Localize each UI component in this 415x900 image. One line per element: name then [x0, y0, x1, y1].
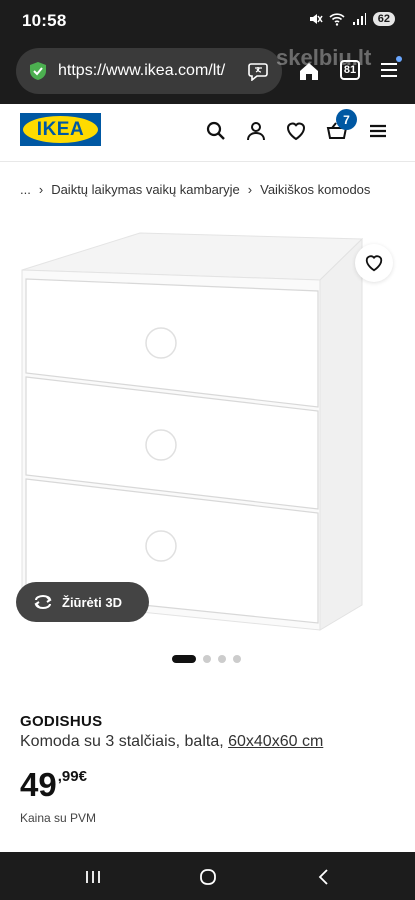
price-vat-note: Kaina su PVM	[20, 811, 97, 825]
watermark: skelbiu.lt	[276, 45, 372, 70]
recent-apps-icon[interactable]	[84, 868, 102, 886]
price-cents: ,99€	[57, 768, 87, 785]
wifi-icon	[329, 13, 345, 26]
view-3d-label: Žiūrėti 3D	[62, 594, 122, 610]
home-button-icon[interactable]	[199, 868, 217, 886]
heart-icon[interactable]	[285, 120, 307, 142]
back-icon[interactable]	[315, 868, 333, 886]
breadcrumb-item-kids-chests[interactable]: Vaikiškos komodos	[260, 182, 370, 197]
search-icon[interactable]	[205, 120, 227, 142]
signal-icon	[352, 13, 366, 25]
carousel-dot-active[interactable]	[172, 655, 196, 663]
browser-bar: https://www.ikea.com/lt/ 81 skelbiu.lt	[0, 40, 415, 104]
status-icons: 62	[307, 11, 395, 27]
product-type-text: Komoda su 3 stalčiais, balta,	[20, 733, 229, 750]
url-text[interactable]: https://www.ikea.com/lt/	[58, 62, 242, 80]
add-to-favourites-button[interactable]	[355, 244, 393, 282]
hamburger-icon[interactable]	[367, 120, 389, 142]
system-nav-bar	[0, 852, 415, 900]
user-icon[interactable]	[245, 120, 267, 142]
logo-text: IKEA	[36, 119, 85, 140]
notification-dot	[396, 56, 402, 62]
translate-icon[interactable]	[248, 61, 270, 81]
chevron-right-icon: ›	[38, 182, 44, 197]
view-3d-button[interactable]: Žiūrėti 3D	[16, 582, 149, 622]
breadcrumb-item-kids-storage[interactable]: Daiktų laikymas vaikų kambaryje	[51, 182, 240, 197]
rotate-3d-icon	[34, 595, 52, 609]
price-integer: 49	[20, 766, 57, 803]
product-description: Komoda su 3 stalčiais, balta, 60x40x60 c…	[20, 733, 323, 751]
cart-count-badge: 7	[336, 109, 357, 130]
menu-icon[interactable]	[380, 62, 398, 78]
product-dimensions-link[interactable]: 60x40x60 cm	[228, 733, 323, 750]
ikea-logo[interactable]: IKEA	[20, 113, 101, 146]
battery-icon: 62	[372, 12, 395, 26]
carousel-dot[interactable]	[233, 655, 241, 663]
chevron-right-icon: ›	[247, 182, 253, 197]
status-bar: 10:58 62	[0, 0, 415, 40]
breadcrumb-ellipsis[interactable]: ...	[20, 182, 31, 197]
breadcrumb: ... › Daiktų laikymas vaikų kambaryje › …	[20, 182, 370, 197]
mute-icon	[309, 14, 323, 24]
carousel-indicator	[172, 655, 241, 663]
product-name: GODISHUS	[20, 713, 103, 730]
carousel-dot[interactable]	[203, 655, 211, 663]
product-price: 49 ,99€	[20, 767, 87, 803]
address-bar[interactable]: https://www.ikea.com/lt/	[16, 48, 282, 94]
carousel-dot[interactable]	[218, 655, 226, 663]
shield-check-icon[interactable]	[28, 61, 48, 81]
status-time: 10:58	[22, 11, 67, 30]
heart-icon	[365, 255, 383, 272]
site-header: IKEA 7	[0, 104, 415, 162]
